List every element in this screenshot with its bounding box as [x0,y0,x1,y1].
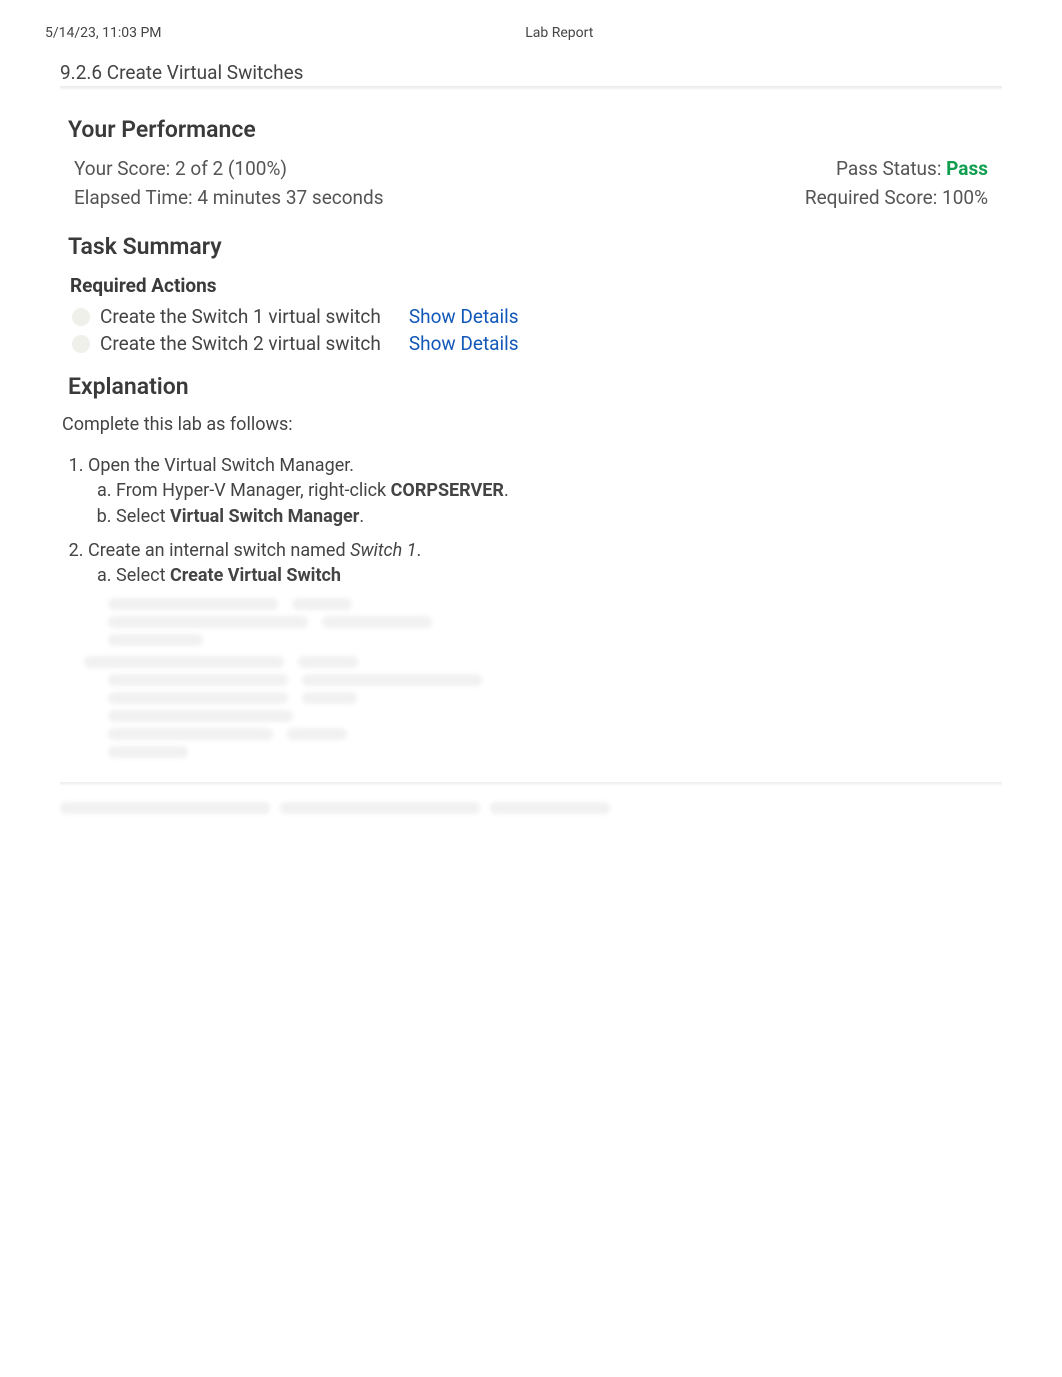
step-1a: From Hyper-V Manager, right-click CORPSE… [116,479,1002,503]
print-timestamp: 5/14/23, 11:03 PM [45,25,162,41]
divider [60,86,1002,90]
pass-label: Pass Status: [836,157,946,180]
elapsed-row: Elapsed Time: 4 minutes 37 seconds [74,186,531,209]
step-2: Create an internal switch named Switch 1… [88,540,1002,588]
doc-title-header: Lab Report [222,25,897,41]
step-1: Open the Virtual Switch Manager. From Hy… [88,455,1002,530]
required-label: Required Score: [805,186,942,209]
step-2a: Select Create Virtual Switch [116,564,1002,588]
explanation-intro: Complete this lab as follows: [62,414,1002,435]
page-header: 5/14/23, 11:03 PM Lab Report [0,0,1062,51]
task-summary-heading: Task Summary [68,233,1002,260]
main-content: 9.2.6 Create Virtual Switches Your Perfo… [0,51,1062,844]
performance-grid: Your Score: 2 of 2 (100%) Pass Status: P… [60,157,1002,215]
elapsed-label: Elapsed Time: [74,186,197,209]
step-1b: Select Virtual Switch Manager. [116,505,1002,529]
copyright-blurred [60,802,1002,814]
score-label: Your Score: [74,157,175,180]
step-1-text: Open the Virtual Switch Manager. [88,455,354,476]
score-row: Your Score: 2 of 2 (100%) [74,157,531,180]
show-details-link[interactable]: Show Details [409,332,519,355]
action-row: Create the Switch 2 virtual switch Show … [72,332,1002,355]
score-value: 2 of 2 (100%) [175,157,287,180]
action-row: Create the Switch 1 virtual switch Show … [72,305,1002,328]
show-details-link[interactable]: Show Details [409,305,519,328]
action-text: Create the Switch 2 virtual switch [100,332,381,355]
step-2-sub: Select Create Virtual Switch [88,564,1002,588]
status-dot-icon [72,308,90,326]
status-dot-icon [72,335,90,353]
divider [60,782,1002,786]
required-score-row: Required Score: 100% [531,186,988,209]
steps-list: Open the Virtual Switch Manager. From Hy… [60,455,1002,588]
performance-heading: Your Performance [68,116,1002,143]
action-text: Create the Switch 1 virtual switch [100,305,381,328]
explanation-heading: Explanation [68,373,1002,400]
required-actions-heading: Required Actions [70,274,1002,297]
lab-title: 9.2.6 Create Virtual Switches [60,61,1002,84]
blurred-content [60,598,1002,758]
elapsed-value: 4 minutes 37 seconds [197,186,383,209]
step-1-sub: From Hyper-V Manager, right-click CORPSE… [88,479,1002,530]
pass-status-row: Pass Status: Pass [531,157,988,180]
required-value: 100% [942,186,988,209]
pass-value: Pass [946,157,988,180]
